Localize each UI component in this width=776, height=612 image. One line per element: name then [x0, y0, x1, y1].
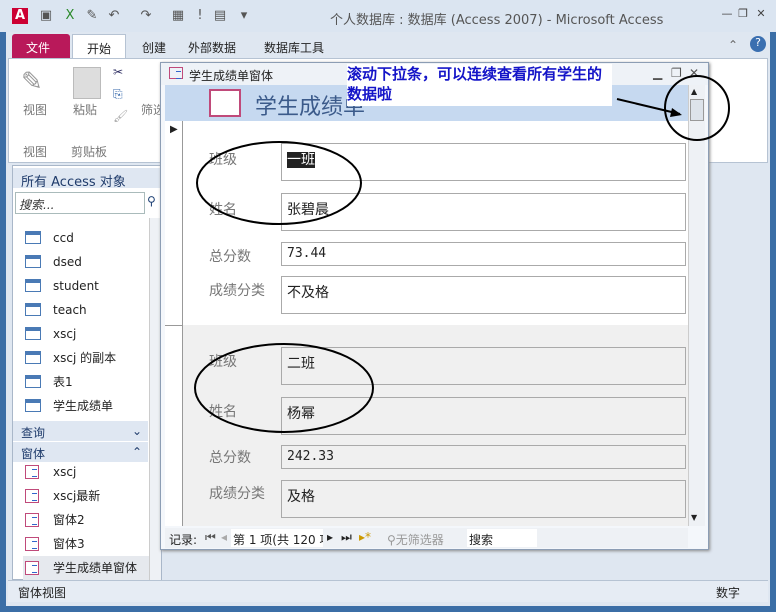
annotation-circle [664, 75, 730, 141]
status-numlock: 数字 [716, 586, 741, 600]
status-view-mode: 窗体视图 [18, 586, 67, 600]
annotation-circle [196, 141, 362, 225]
arrow-head-icon [670, 108, 682, 117]
annotation-arrow [616, 98, 681, 115]
annotation-overlay [194, 75, 730, 433]
status-bar: 窗体视图 数字 [8, 580, 768, 602]
annotation-circle [194, 343, 374, 433]
